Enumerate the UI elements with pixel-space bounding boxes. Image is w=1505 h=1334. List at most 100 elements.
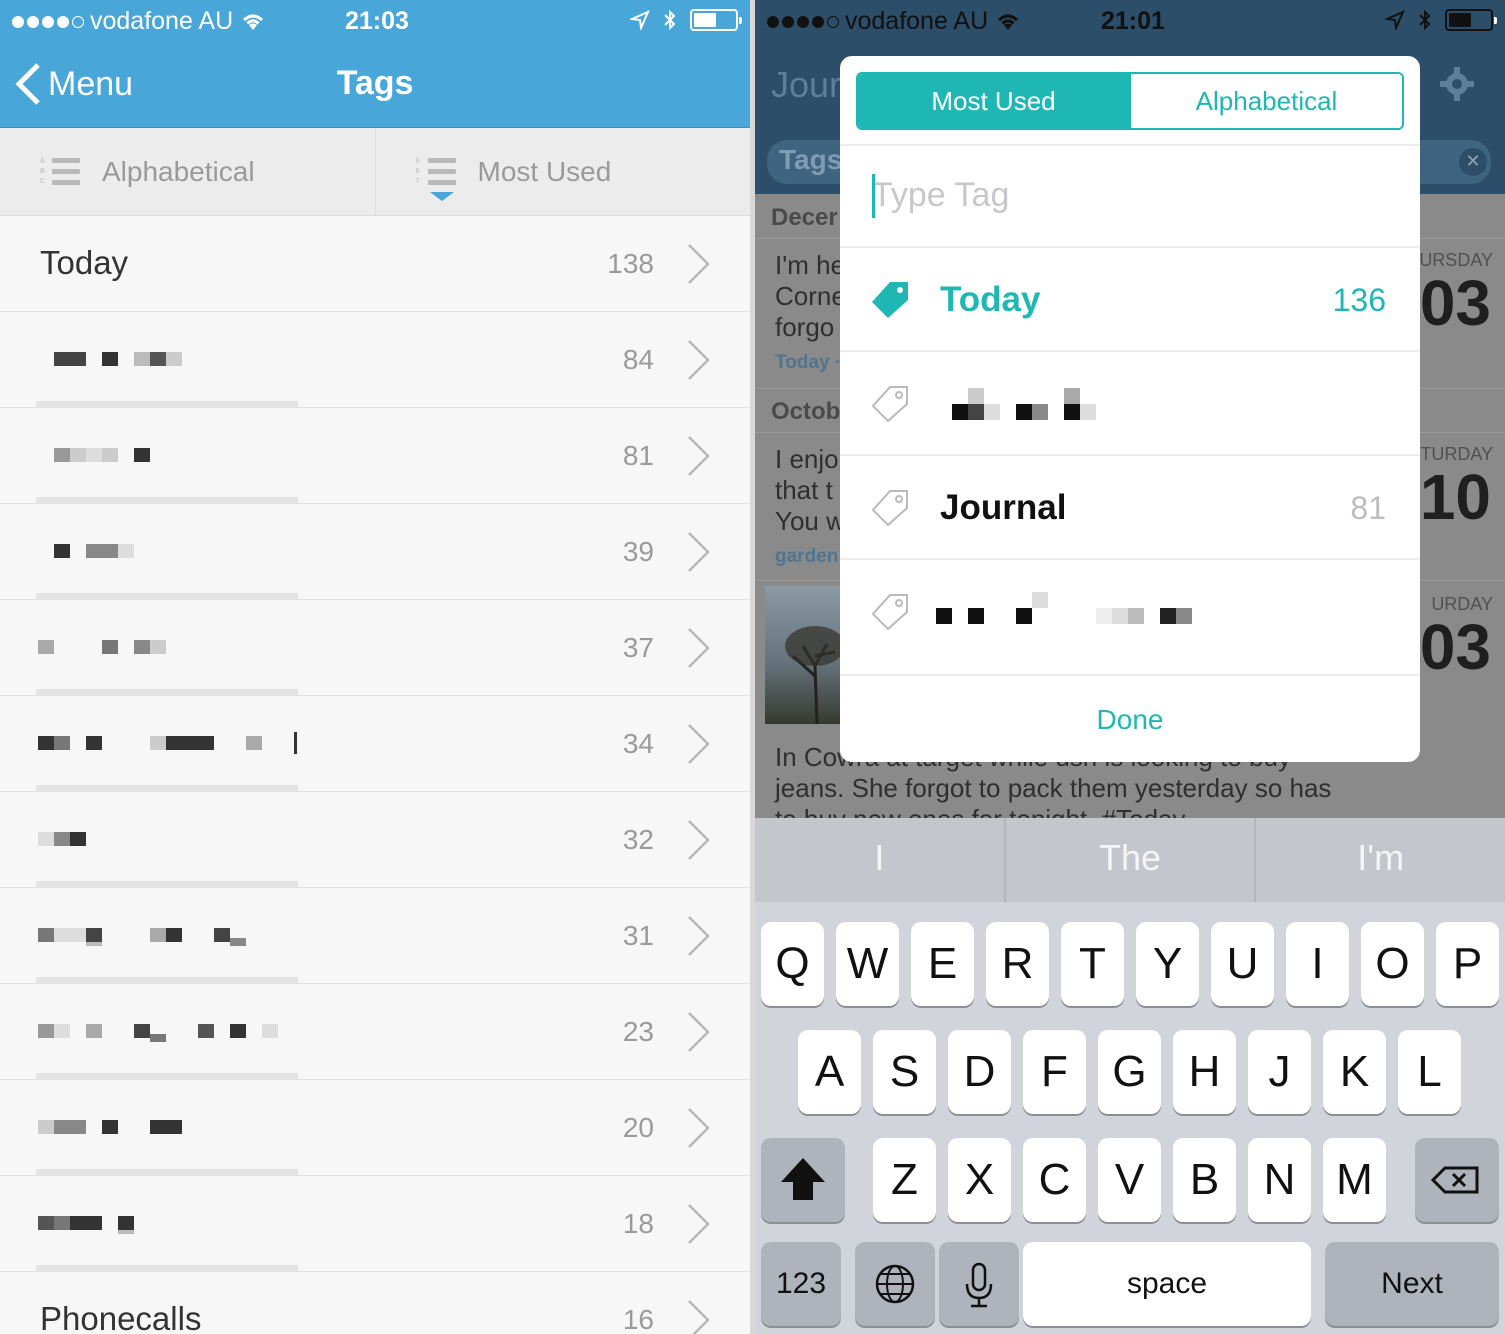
- prediction-suggestion[interactable]: The: [1003, 818, 1255, 902]
- key-s[interactable]: S: [873, 1030, 936, 1114]
- redacted-tag-name: [38, 1024, 278, 1042]
- numbers-key[interactable]: 123: [761, 1242, 841, 1326]
- sort-alphabetical-button[interactable]: Alphabetical: [1129, 74, 1402, 128]
- key-v[interactable]: V: [1098, 1138, 1161, 1222]
- entry-date: 03: [1419, 611, 1491, 683]
- key-p[interactable]: P: [1436, 922, 1499, 1006]
- bluetooth-icon: [1419, 9, 1431, 31]
- prediction-suggestion[interactable]: I: [755, 818, 1004, 902]
- close-icon[interactable]: ✕: [1459, 148, 1487, 176]
- next-key[interactable]: Next: [1325, 1242, 1499, 1326]
- chevron-right-icon: [688, 244, 710, 284]
- tag-row[interactable]: 18: [0, 1176, 750, 1279]
- entry-date: 10: [1419, 461, 1491, 533]
- globe-key[interactable]: [855, 1242, 935, 1326]
- signal-icon: [12, 15, 84, 28]
- entry-text-line: I enjo: [775, 444, 839, 474]
- tag-row[interactable]: 81: [0, 408, 750, 511]
- chevron-right-icon: [688, 1300, 710, 1334]
- tag-filled-icon: [872, 282, 908, 318]
- key-u[interactable]: U: [1211, 922, 1274, 1006]
- carrier-info: vodafone AU: [12, 7, 267, 36]
- sort-most-used-button[interactable]: 987 Most Used: [374, 128, 751, 215]
- chevron-right-icon: [688, 820, 710, 860]
- key-m[interactable]: M: [1323, 1138, 1386, 1222]
- key-n[interactable]: N: [1248, 1138, 1311, 1222]
- wifi-icon: [998, 14, 1019, 30]
- key-c[interactable]: C: [1023, 1138, 1086, 1222]
- text-cursor: [872, 174, 875, 218]
- key-t[interactable]: T: [1061, 922, 1124, 1006]
- entry-text-line: forgo: [775, 312, 835, 342]
- key-f[interactable]: F: [1023, 1030, 1086, 1114]
- dictation-key[interactable]: [939, 1242, 1019, 1326]
- sort-alphabetical-button[interactable]: ABC Alphabetical: [0, 128, 375, 215]
- key-q[interactable]: Q: [761, 922, 824, 1006]
- key-l[interactable]: L: [1398, 1030, 1461, 1114]
- chevron-right-icon: [688, 724, 710, 764]
- key-w[interactable]: W: [836, 922, 899, 1006]
- done-button[interactable]: Done: [840, 674, 1420, 762]
- entry-text-line: that t: [775, 475, 833, 505]
- tag-count: 81: [622, 440, 654, 471]
- space-key[interactable]: space: [1023, 1242, 1311, 1326]
- tag-row[interactable]: 31: [0, 888, 750, 991]
- tag-outline-icon: [871, 490, 908, 527]
- tag-row[interactable]: 32: [0, 792, 750, 895]
- sort-alphabetical-label: Alphabetical: [102, 155, 255, 187]
- key-h[interactable]: H: [1173, 1030, 1236, 1114]
- delete-key[interactable]: [1415, 1138, 1499, 1222]
- tag-outline-icon: [871, 386, 908, 423]
- tag-row[interactable]: 37: [0, 600, 750, 703]
- tag-row[interactable]: 20: [0, 1080, 750, 1183]
- key-a[interactable]: A: [798, 1030, 861, 1114]
- tag-count: 39: [622, 536, 654, 567]
- key-r[interactable]: R: [986, 922, 1049, 1006]
- chevron-right-icon: [688, 916, 710, 956]
- key-e[interactable]: E: [911, 922, 974, 1006]
- redacted-tag-name: [38, 640, 166, 654]
- tag-count: 34: [622, 728, 654, 759]
- redacted-tag-name: [38, 928, 246, 946]
- tag-count: 138: [607, 248, 654, 279]
- tag-row[interactable]: Today 138: [0, 216, 750, 312]
- key-y[interactable]: Y: [1136, 922, 1199, 1006]
- tag-row[interactable]: 84: [0, 312, 750, 415]
- key-i[interactable]: I: [1286, 922, 1349, 1006]
- key-o[interactable]: O: [1361, 922, 1424, 1006]
- tag-row[interactable]: 34: [0, 696, 750, 799]
- redacted-tag-name: [54, 544, 134, 558]
- key-g[interactable]: G: [1098, 1030, 1161, 1114]
- key-k[interactable]: K: [1323, 1030, 1386, 1114]
- gear-icon[interactable]: [1439, 66, 1475, 102]
- page-title: Tags: [336, 64, 414, 102]
- key-b[interactable]: B: [1173, 1138, 1236, 1222]
- key-j[interactable]: J: [1248, 1030, 1311, 1114]
- prediction-suggestion[interactable]: I'm: [1254, 818, 1505, 902]
- nav-bar: vodafone AU 21:03 Menu Tags: [0, 0, 750, 128]
- predictive-text-bar: I The I'm: [755, 818, 1505, 902]
- tag-option-row[interactable]: [840, 350, 1420, 454]
- tag-option-name: Today: [940, 280, 1041, 319]
- tag-name: Phonecalls: [40, 1300, 202, 1334]
- sort-most-used-button[interactable]: Most Used: [858, 74, 1129, 128]
- key-x[interactable]: X: [948, 1138, 1011, 1222]
- tag-row[interactable]: Phonecalls 16: [0, 1272, 750, 1334]
- tag-row[interactable]: 39: [0, 504, 750, 607]
- shift-key[interactable]: [761, 1138, 845, 1222]
- tag-option-row[interactable]: Journal 81: [840, 454, 1420, 558]
- tag-option-row[interactable]: [840, 558, 1420, 662]
- tag-search-input[interactable]: Type Tag: [872, 176, 1009, 215]
- key-d[interactable]: D: [948, 1030, 1011, 1114]
- shift-icon: [781, 1158, 825, 1200]
- battery-icon: [1445, 9, 1497, 31]
- chevron-right-icon: [688, 1012, 710, 1052]
- selected-indicator-icon: [429, 192, 454, 201]
- carrier-info: vodafone AU: [767, 7, 1022, 36]
- entry-text-line: You w: [775, 506, 845, 536]
- tag-option-row[interactable]: Today 136: [840, 246, 1420, 350]
- tags-screen: vodafone AU 21:03 Menu Tags ABC Alphabet…: [0, 0, 750, 1334]
- tag-row[interactable]: 23: [0, 984, 750, 1087]
- entry-text-line: jeans. She forgot to pack them yesterday…: [775, 773, 1332, 803]
- key-z[interactable]: Z: [873, 1138, 936, 1222]
